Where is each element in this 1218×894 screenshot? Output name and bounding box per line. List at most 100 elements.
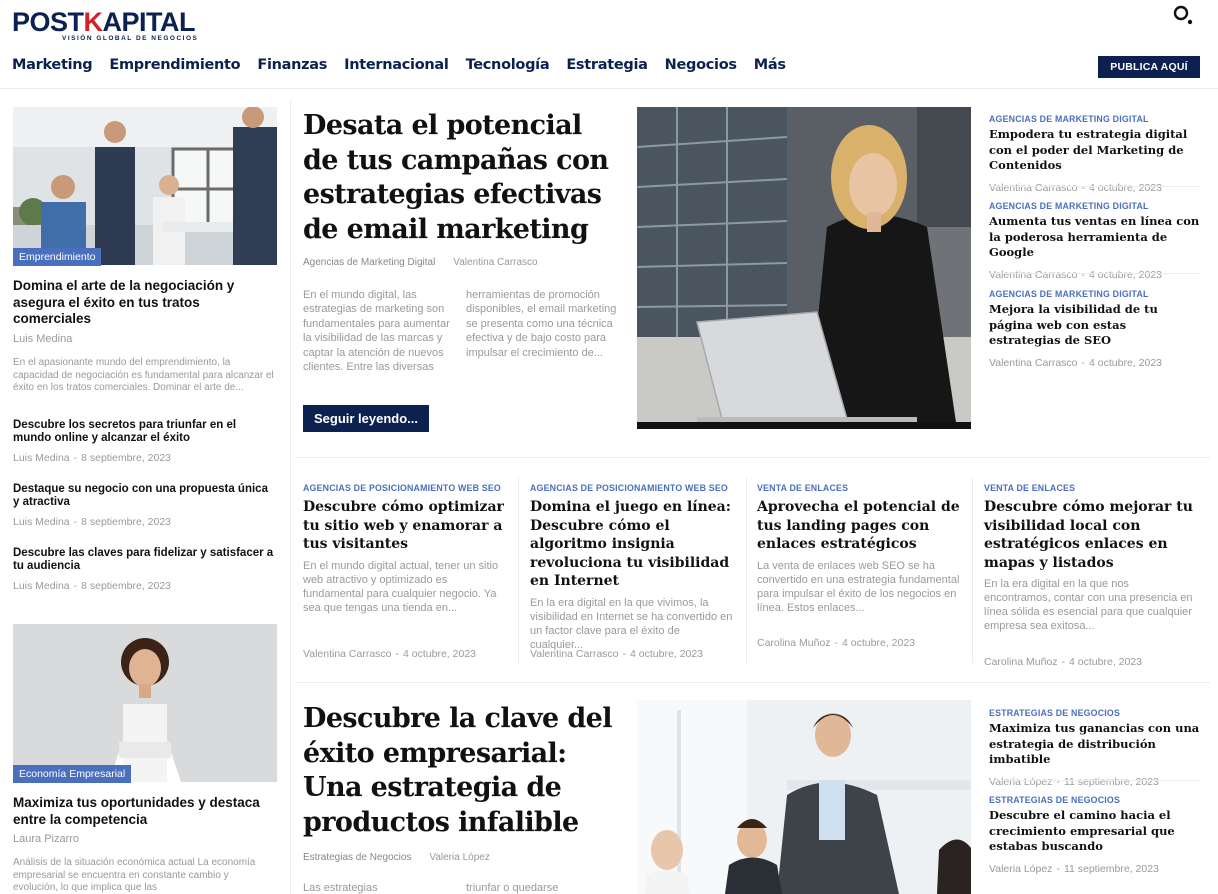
site-logo[interactable]: POSTKAPITAL VISIÓN GLOBAL DE NEGOCIOS [12,4,212,44]
nav-item-tecnologia[interactable]: Tecnología [466,57,550,73]
section-divider [295,457,1210,458]
article-category[interactable]: ESTRATEGIAS DE NEGOCIOS [989,795,1201,805]
article-excerpt: triunfar o quedarse [466,882,559,894]
article-author[interactable]: Luis Medina [13,516,70,528]
article-date: 4 octubre, 2023 [630,648,704,660]
article-category[interactable]: Estrategias de Negocios [303,852,411,863]
category-badge[interactable]: Emprendimiento [13,248,102,266]
article-meta: Valentina Carrasco -4 octubre, 2023 [530,648,704,660]
article-title[interactable]: Maximiza tus oportunidades y destaca ent… [13,795,269,828]
article-list-item[interactable]: ESTRATEGIAS DE NEGOCIOS Descubre el cami… [989,795,1201,875]
article-author[interactable]: Valentina Carrasco [530,648,619,660]
article-meta: Valentina Carrasco -4 octubre, 2023 [989,268,1163,281]
article-meta: Agencias de Marketing Digital Valentina C… [303,257,538,268]
article-card[interactable]: VENTA DE ENLACES Aprovecha el potencial … [757,483,962,663]
article-card[interactable]: VENTA DE ENLACES Descubre cómo mejorar t… [984,483,1194,668]
article-title[interactable]: Descubre los secretos para triunfar en e… [13,419,275,444]
article-card[interactable]: AGENCIAS DE POSICIONAMIENTO WEB SEO Domi… [530,483,735,663]
article-title[interactable]: Domina el juego en línea: Descubre cómo … [530,498,735,591]
article-meta: Estrategias de Negocios Valeria López [303,852,490,863]
article-title[interactable]: Descubre cómo mejorar tu visibilidad loc… [984,498,1194,572]
article-meta: Valentina Carrasco -4 octubre, 2023 [989,356,1163,369]
business-team-photo[interactable] [637,700,971,894]
businesswoman-photo[interactable] [13,624,277,782]
article-category[interactable]: AGENCIAS DE POSICIONAMIENTO WEB SEO [303,483,508,493]
nav-item-mas[interactable]: Más [754,57,786,73]
article-list-item[interactable]: AGENCIAS DE MARKETING DIGITAL Empodera t… [989,114,1201,194]
article-category[interactable]: ESTRATEGIAS DE NEGOCIOS [989,708,1201,718]
article-list-item[interactable]: AGENCIAS DE MARKETING DIGITAL Aumenta tu… [989,201,1201,281]
article-category[interactable]: Agencias de Marketing Digital [303,257,435,268]
article-author[interactable]: Valentina Carrasco [989,182,1078,194]
main-nav: Marketing Emprendimiento Finanzas Intern… [12,57,803,73]
article-category[interactable]: VENTA DE ENLACES [757,483,962,493]
featured-article-title[interactable]: Descubre la clave del éxito empresarial:… [303,702,633,840]
section-divider [295,682,1210,683]
article-title[interactable]: Descubre las claves para fidelizar y sat… [13,547,275,572]
article-author[interactable]: Valeria López [429,852,489,863]
article-author[interactable]: Valentina Carrasco [303,648,392,660]
article-meta: Valeria López -11 septiembre, 2023 [989,775,1159,788]
article-title[interactable]: Maximiza tus ganancias con una estrategi… [989,721,1201,768]
article-meta: Valentina Carrasco -4 octubre, 2023 [303,648,477,660]
article-title[interactable]: Empodera tu estrategia digital con el po… [989,127,1201,174]
article-author[interactable]: Luis Medina [13,580,70,592]
article-title[interactable]: Aprovecha el potencial de tus landing pa… [757,498,962,554]
article-meta: Valeria López -11 septiembre, 2023 [989,862,1159,875]
article-title[interactable]: Aumenta tus ventas en línea con la poder… [989,214,1201,261]
publica-button[interactable]: PUBLICA AQUÍ [1098,56,1200,78]
logo-tagline: VISIÓN GLOBAL DE NEGOCIOS [62,35,199,42]
article-date: 4 octubre, 2023 [403,648,477,660]
list-divider [989,186,1201,187]
article-title[interactable]: Destaque su negocio con una propuesta ún… [13,483,275,508]
nav-item-emprendimiento[interactable]: Emprendimiento [109,57,240,73]
nav-item-finanzas[interactable]: Finanzas [257,57,327,73]
article-author[interactable]: Laura Pizarro [13,833,79,845]
article-meta: Luis Medina -8 septiembre, 2023 [13,516,172,528]
article-excerpt: En la era digital en la que vivimos, la … [530,596,733,651]
article-title[interactable]: Domina el arte de la negociación y asegu… [13,278,269,328]
article-author[interactable]: Valeria López [989,776,1052,788]
read-more-button[interactable]: Seguir leyendo... [303,405,429,432]
article-category[interactable]: AGENCIAS DE MARKETING DIGITAL [989,114,1201,124]
nav-item-negocios[interactable]: Negocios [665,57,737,73]
article-date: 4 octubre, 2023 [842,637,916,649]
column-divider [290,100,291,894]
article-meta: Luis Medina -8 septiembre, 2023 [13,580,172,592]
article-title[interactable]: Descubre el camino hacia el crecimiento … [989,808,1201,855]
featured-article-title[interactable]: Desata el potencial de tus campañas con … [303,109,623,247]
category-badge[interactable]: Economía Empresarial [13,765,132,783]
article-category[interactable]: VENTA DE ENLACES [984,483,1194,493]
article-author[interactable]: Luis Medina [13,333,72,345]
article-date: 4 octubre, 2023 [1069,656,1143,668]
article-author[interactable]: Carolina Muñoz [757,637,831,649]
handshake-photo[interactable] [13,107,277,265]
article-author[interactable]: Carolina Muñoz [984,656,1058,668]
article-list-item[interactable]: AGENCIAS DE MARKETING DIGITAL Mejora la … [989,289,1201,369]
article-author[interactable]: Valentina Carrasco [989,269,1078,281]
article-date: 11 septiembre, 2023 [1063,775,1159,788]
article-author[interactable]: Luis Medina [13,452,70,464]
nav-item-marketing[interactable]: Marketing [12,57,93,73]
article-title[interactable]: Descubre cómo optimizar tu sitio web y e… [303,498,508,554]
article-card[interactable]: AGENCIAS DE POSICIONAMIENTO WEB SEO Desc… [303,483,508,663]
article-date: 11 septiembre, 2023 [1063,862,1159,875]
article-category[interactable]: AGENCIAS DE MARKETING DIGITAL [989,201,1201,211]
article-meta: Carolina Muñoz -4 octubre, 2023 [757,637,916,649]
article-list-item[interactable]: ESTRATEGIAS DE NEGOCIOS Maximiza tus gan… [989,708,1201,788]
article-author[interactable]: Valentina Carrasco [989,357,1078,369]
article-excerpt: En el mundo digital actual, tener un sit… [303,559,499,614]
nav-item-estrategia[interactable]: Estrategia [566,57,648,73]
article-date: 8 septiembre, 2023 [81,452,172,464]
article-meta: Luis Medina -8 septiembre, 2023 [13,452,172,464]
article-meta: Carolina Muñoz -4 octubre, 2023 [984,656,1143,668]
nav-item-internacional[interactable]: Internacional [344,57,449,73]
article-author[interactable]: Valentina Carrasco [453,257,537,268]
search-icon[interactable] [1172,4,1194,26]
article-author[interactable]: Valeria López [989,863,1052,875]
article-title[interactable]: Mejora la visibilidad de tu página web c… [989,302,1201,349]
article-category[interactable]: AGENCIAS DE POSICIONAMIENTO WEB SEO [530,483,735,493]
article-category[interactable]: AGENCIAS DE MARKETING DIGITAL [989,289,1201,299]
header-divider [0,88,1218,89]
woman-laptop-photo[interactable] [637,107,971,429]
